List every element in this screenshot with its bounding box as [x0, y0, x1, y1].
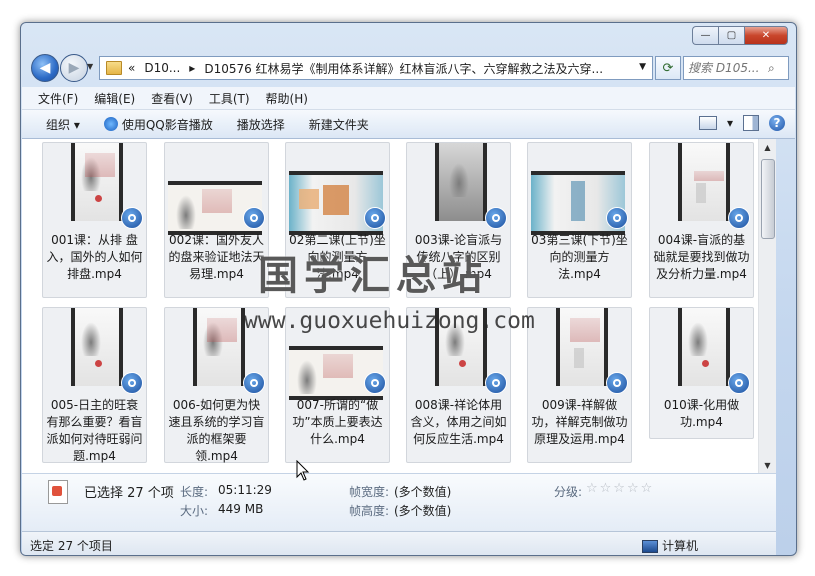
play-with-qq-label: 使用QQ影音播放	[121, 117, 213, 132]
media-player-icon	[606, 372, 628, 394]
video-thumbnail	[678, 308, 730, 386]
video-thumbnail	[71, 308, 123, 386]
new-folder-button[interactable]: 新建文件夹	[309, 116, 369, 133]
minimize-button[interactable]: —	[692, 26, 718, 45]
file-list: 001课：从排 盘入，国外的人如何排盘.mp4 002课：国外友人的盘来验证地法…	[22, 139, 776, 473]
video-thumbnail	[71, 143, 123, 221]
video-thumbnail	[193, 308, 245, 386]
details-pane: 已选择 27 个项 长度: 05:11:29 大小: 449 MB 帧宽度: (…	[22, 473, 776, 532]
watermark-title: 国学汇总站	[258, 253, 488, 299]
file-item[interactable]: 009课-祥解做功，祥解克制做功原理及运用.mp4	[527, 307, 632, 463]
file-name: 006-如何更为快速且系统的学习盲派的框架要领.mp4	[168, 398, 265, 463]
status-selection-text: 选定 27 个项目	[30, 539, 113, 553]
status-location-label: 计算机	[662, 539, 699, 553]
file-item[interactable]: 005-日主的旺衰有那么重要？看盲派如何对待旺弱问题.mp4	[42, 307, 147, 463]
preview-pane-icon[interactable]	[743, 115, 759, 131]
search-icon[interactable]: ⌕	[768, 61, 775, 76]
search-box[interactable]: ⌕	[683, 56, 789, 80]
media-player-icon	[485, 207, 507, 229]
file-name: 001课：从排 盘入，国外的人如何排盘.mp4	[46, 233, 143, 281]
size-value: 449 MB	[218, 502, 264, 516]
breadcrumb-item-parent[interactable]: D10...	[144, 61, 180, 75]
media-file-icon	[48, 480, 68, 504]
command-bar: 组织 ▾ 使用QQ影音播放 播放选择 新建文件夹 ▾ ?	[22, 110, 795, 139]
menu-help[interactable]: 帮助(H)	[266, 90, 308, 107]
length-value: 05:11:29	[218, 483, 272, 497]
back-button[interactable]: ◀	[31, 54, 59, 82]
file-item[interactable]: 03第三课(下节)坐向的测量方法.mp4	[527, 142, 632, 298]
file-item[interactable]: 001课：从排 盘入，国外的人如何排盘.mp4	[42, 142, 147, 298]
address-bar[interactable]: « D10... ▸ D10576 红林易学《制用体系详解》红林盲派八字、六穿解…	[99, 56, 653, 80]
status-bar: 选定 27 个项目 计算机	[22, 531, 776, 555]
menu-view[interactable]: 查看(V)	[151, 90, 193, 107]
file-name: 007-所谓的“做功”本质上要表达什么.mp4	[292, 398, 383, 446]
forward-button[interactable]: ▶	[60, 54, 88, 82]
media-player-icon	[485, 372, 507, 394]
size-label: 大小:	[180, 504, 209, 518]
media-player-icon	[606, 207, 628, 229]
breadcrumb-overflow-icon[interactable]: «	[128, 61, 135, 75]
breadcrumb-separator-icon[interactable]: ▸	[189, 61, 195, 75]
scroll-down-icon[interactable]: ▼	[759, 457, 776, 473]
media-player-icon	[364, 372, 386, 394]
video-thumbnail	[435, 143, 487, 221]
file-name: 005-日主的旺衰有那么重要？看盲派如何对待旺弱问题.mp4	[46, 398, 143, 463]
mouse-cursor-icon	[296, 460, 310, 481]
search-input[interactable]	[684, 60, 768, 76]
command-bar-right: ▾ ?	[689, 115, 785, 131]
close-button[interactable]: ✕	[744, 26, 788, 45]
menu-edit[interactable]: 编辑(E)	[94, 90, 135, 107]
media-player-icon	[121, 207, 143, 229]
file-name: 03第三课(下节)坐向的测量方法.mp4	[531, 233, 628, 281]
file-item[interactable]: 002课：国外友人的盘来验证地法天易理.mp4	[164, 142, 269, 298]
menu-file[interactable]: 文件(F)	[38, 90, 78, 107]
file-item[interactable]: 004课-盲派的基础就是要找到做功及分析力量.mp4	[649, 142, 754, 298]
recent-pages-dropdown[interactable]: ▼	[87, 62, 93, 71]
frame-height-value[interactable]: (多个数值)	[394, 502, 451, 519]
refresh-button[interactable]: ⟳	[655, 56, 681, 80]
watermark-url: www.guoxuehuizong.com	[244, 308, 535, 334]
organize-button[interactable]: 组织 ▾	[46, 116, 80, 133]
status-location: 计算机	[642, 537, 698, 554]
folder-icon	[106, 61, 122, 75]
qq-player-icon	[103, 117, 118, 131]
media-player-icon	[728, 372, 750, 394]
file-item[interactable]: 010课-化用做功.mp4	[649, 307, 754, 439]
selection-count: 已选择 27 个项	[84, 486, 174, 501]
scrollbar-thumb[interactable]	[761, 159, 775, 239]
rating-label: 分级:	[554, 485, 583, 499]
file-name: 009课-祥解做功，祥解克制做功原理及运用.mp4	[531, 398, 628, 446]
video-thumbnail	[556, 308, 608, 386]
breadcrumb-item-current[interactable]: D10576 红林易学《制用体系详解》红林盲派八字、六穿解救之法及六穿...	[204, 60, 603, 77]
address-dropdown-icon[interactable]: ▼	[639, 62, 646, 72]
help-icon[interactable]: ?	[769, 115, 785, 131]
media-player-icon	[121, 372, 143, 394]
menu-tools[interactable]: 工具(T)	[209, 90, 250, 107]
video-thumbnail	[678, 143, 730, 221]
play-with-qq-button[interactable]: 使用QQ影音播放	[103, 116, 213, 133]
change-view-icon[interactable]	[698, 116, 717, 130]
file-name: 002课：国外友人的盘来验证地法天易理.mp4	[168, 233, 265, 281]
frame-height-label: 帧高度:	[349, 504, 390, 518]
file-name: 010课-化用做功.mp4	[663, 398, 740, 429]
play-selection-button[interactable]: 播放选择	[237, 116, 285, 133]
file-name: 004课-盲派的基础就是要找到做功及分析力量.mp4	[653, 233, 750, 281]
caption-buttons: — ▢ ✕	[692, 26, 788, 45]
maximize-button[interactable]: ▢	[718, 26, 744, 45]
menu-bar: 文件(F) 编辑(E) 查看(V) 工具(T) 帮助(H)	[22, 87, 795, 110]
rating-stars[interactable]: ☆☆☆☆☆	[586, 481, 654, 496]
address-row: ◀ ▶ ▼ « D10... ▸ D10576 红林易学《制用体系详解》红林盲派…	[29, 53, 789, 83]
media-player-icon	[243, 207, 265, 229]
media-player-icon	[243, 372, 265, 394]
length-label: 长度:	[180, 485, 209, 499]
computer-icon	[642, 540, 658, 553]
frame-width-value[interactable]: (多个数值)	[394, 483, 451, 500]
frame-width-label: 帧宽度:	[349, 485, 390, 499]
vertical-scrollbar[interactable]: ▲ ▼	[758, 139, 776, 473]
scroll-up-icon[interactable]: ▲	[759, 139, 776, 155]
media-player-icon	[728, 207, 750, 229]
media-player-icon	[364, 207, 386, 229]
view-options-dropdown-icon[interactable]: ▾	[727, 116, 733, 130]
file-name: 008课-祥论体用含义，体用之间如何反应生活.mp4	[410, 398, 507, 446]
